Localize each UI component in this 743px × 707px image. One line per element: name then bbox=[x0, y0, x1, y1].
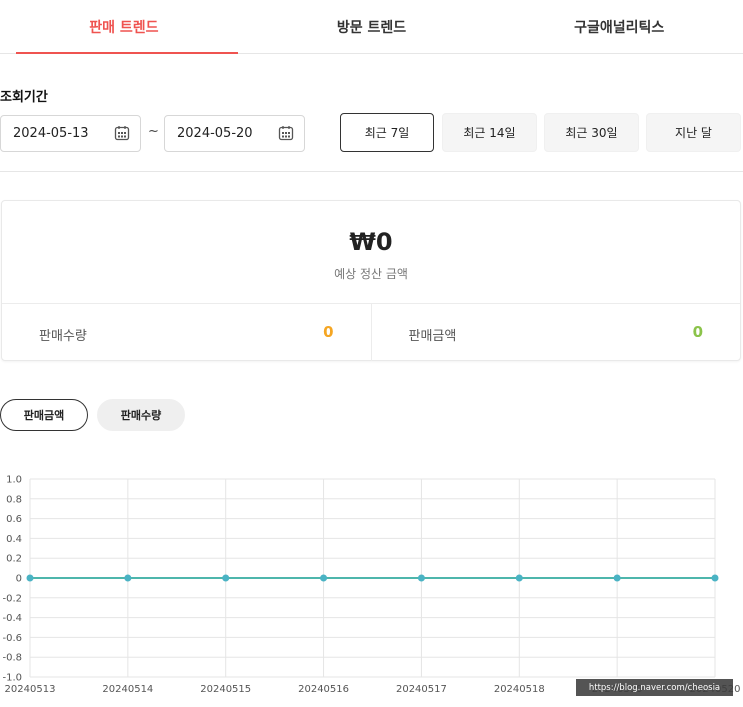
tab-label: 방문 트렌드 bbox=[336, 19, 407, 36]
x-tick-label: 20240513 bbox=[5, 684, 56, 695]
y-tick-label: 0.8 bbox=[6, 494, 22, 505]
start-date-input[interactable]: 2024-05-13 bbox=[0, 115, 141, 152]
data-point bbox=[222, 574, 230, 582]
sales-amount-label: 판매금액 bbox=[408, 329, 457, 344]
trend-tabs: 판매 트렌드 방문 트렌드 구글애널리틱스 bbox=[0, 0, 743, 54]
data-point bbox=[711, 574, 719, 582]
tab-visit-trend[interactable]: 방문 트렌드 bbox=[248, 0, 496, 53]
period-label: 조회기간 bbox=[0, 90, 48, 105]
tab-label: 구글애널리틱스 bbox=[574, 19, 665, 36]
data-point bbox=[124, 574, 132, 582]
tab-label: 판매 트렌드 bbox=[89, 19, 159, 36]
sales-line-chart: 1.00.80.60.40.20-0.2-0.4-0.6-0.8-1.02024… bbox=[2, 475, 740, 696]
end-date-input[interactable]: 2024-05-20 bbox=[164, 115, 305, 152]
calendar-icon[interactable] bbox=[114, 125, 130, 141]
range-label: 지난 달 bbox=[675, 126, 712, 140]
y-tick-label: -1.0 bbox=[2, 673, 22, 684]
summary-stats-row: 판매수량 0 판매금액 0 bbox=[2, 303, 740, 361]
y-tick-label: -0.4 bbox=[2, 613, 22, 624]
sales-qty-label: 판매수량 bbox=[39, 329, 87, 344]
start-date-value: 2024-05-13 bbox=[13, 126, 89, 141]
x-tick-label: 20240518 bbox=[494, 684, 545, 695]
data-point bbox=[417, 574, 425, 582]
section-divider bbox=[0, 171, 743, 172]
sales-qty-toggle[interactable]: 판매수량 bbox=[97, 399, 185, 431]
data-point bbox=[26, 574, 34, 582]
range-label: 최근 14일 bbox=[463, 126, 516, 140]
range-14days-button[interactable]: 최근 14일 bbox=[442, 113, 537, 152]
toggle-label: 판매수량 bbox=[120, 409, 162, 422]
tab-sales-trend[interactable]: 판매 트렌드 bbox=[0, 0, 248, 54]
y-tick-label: -0.6 bbox=[2, 633, 22, 644]
y-tick-label: 0 bbox=[16, 574, 22, 585]
x-tick-label: 20240517 bbox=[396, 684, 447, 695]
sales-qty-value: 0 bbox=[323, 323, 334, 341]
toggle-label: 판매금액 bbox=[23, 409, 65, 422]
sales-amount-toggle[interactable]: 판매금액 bbox=[0, 399, 88, 431]
range-30days-button[interactable]: 최근 30일 bbox=[544, 113, 639, 152]
calendar-icon[interactable] bbox=[278, 125, 294, 141]
x-tick-label: 20240516 bbox=[298, 684, 349, 695]
blog-watermark: https://blog.naver.com/cheosia bbox=[576, 679, 733, 696]
y-tick-label: -0.2 bbox=[2, 593, 22, 604]
y-tick-label: -0.8 bbox=[2, 653, 22, 664]
range-label: 최근 7일 bbox=[364, 126, 410, 140]
x-tick-label: 20240515 bbox=[200, 684, 251, 695]
summary-card: ₩0 예상 정산 금액 판매수량 0 판매금액 0 bbox=[1, 200, 741, 361]
date-separator: ~ bbox=[148, 124, 159, 139]
data-point bbox=[613, 574, 621, 582]
y-tick-label: 0.6 bbox=[6, 514, 22, 525]
y-tick-label: 1.0 bbox=[6, 475, 22, 486]
range-last-month-button[interactable]: 지난 달 bbox=[646, 113, 741, 152]
settlement-amount: ₩0 bbox=[349, 228, 393, 256]
sales-amount-value: 0 bbox=[692, 323, 703, 341]
y-tick-label: 0.4 bbox=[6, 534, 22, 545]
x-tick-label: 20240514 bbox=[102, 684, 153, 695]
sales-amount-stat: 판매금액 0 bbox=[370, 304, 741, 361]
end-date-value: 2024-05-20 bbox=[177, 126, 253, 141]
settlement-amount-label: 예상 정산 금액 bbox=[334, 267, 408, 281]
range-7days-button[interactable]: 최근 7일 bbox=[340, 113, 434, 152]
data-point bbox=[320, 574, 328, 582]
tab-google-analytics[interactable]: 구글애널리틱스 bbox=[495, 0, 743, 53]
sales-qty-stat: 판매수량 0 bbox=[2, 304, 371, 361]
range-label: 최근 30일 bbox=[565, 126, 618, 140]
data-point bbox=[515, 574, 523, 582]
y-tick-label: 0.2 bbox=[6, 554, 22, 565]
